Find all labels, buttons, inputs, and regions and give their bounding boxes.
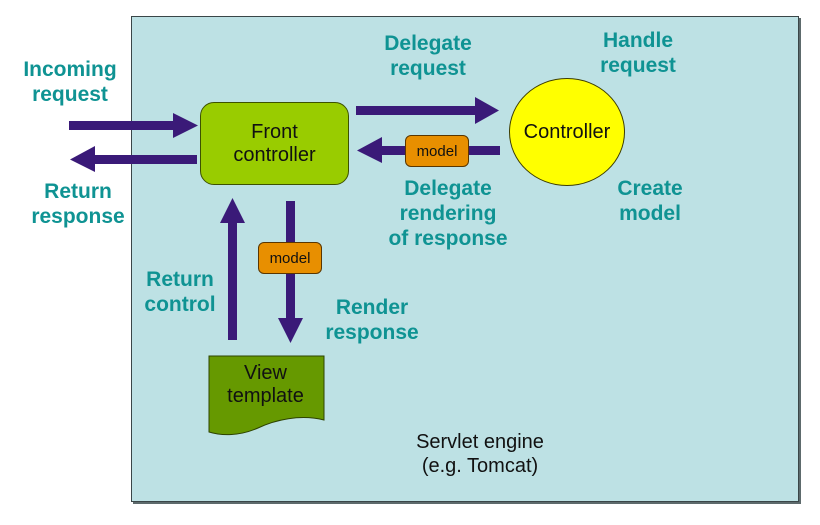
front-controller-label: Front controller bbox=[233, 120, 316, 166]
controller-label: Controller bbox=[523, 120, 611, 143]
label-render-response: Render response bbox=[325, 296, 419, 344]
label-delegate-request: Delegate request bbox=[384, 32, 472, 80]
arrow-delegate-request bbox=[356, 97, 499, 124]
servlet-engine-label: Servlet engine (e.g. Tomcat) bbox=[416, 431, 544, 477]
diagram-canvas: Front controller Controller View templat… bbox=[0, 0, 820, 525]
view-template-label: View template bbox=[227, 362, 304, 407]
model-badge-to-view: model bbox=[258, 242, 322, 274]
label-handle-request: Handle request bbox=[600, 29, 676, 77]
controller-node: Controller bbox=[509, 78, 625, 186]
label-return-control: Return control bbox=[144, 268, 216, 316]
label-incoming-request: Incoming request bbox=[23, 58, 117, 106]
label-create-model: Create model bbox=[617, 177, 683, 225]
label-delegate-rendering: Delegate rendering of response bbox=[388, 177, 508, 250]
label-return-response: Return response bbox=[31, 180, 125, 228]
arrow-incoming-request bbox=[69, 113, 198, 138]
front-controller-node: Front controller bbox=[200, 102, 349, 185]
model-badge-to-front: model bbox=[405, 135, 469, 167]
arrow-return-response bbox=[70, 146, 197, 172]
